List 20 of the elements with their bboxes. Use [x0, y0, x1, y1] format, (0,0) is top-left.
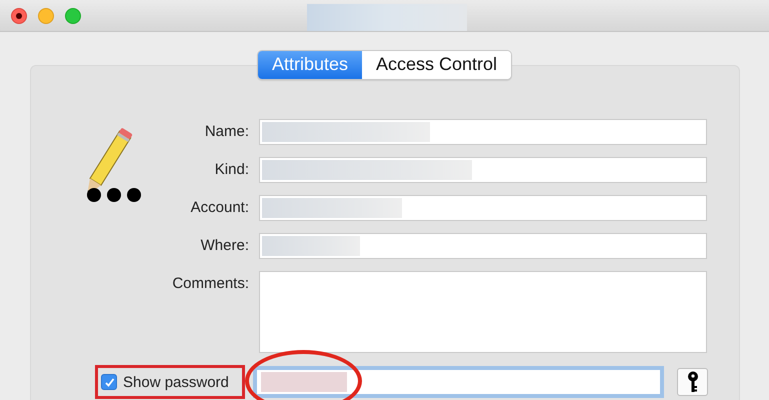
zoom-button[interactable]: [65, 8, 81, 24]
field-label: Comments:: [172, 274, 249, 292]
tab[interactable]: Access Control: [362, 51, 512, 79]
input-field[interactable]: [259, 157, 707, 183]
input-field[interactable]: [259, 119, 707, 145]
password-field[interactable]: [253, 366, 664, 398]
checkmark-icon: [104, 376, 114, 388]
field-label: Where:: [200, 236, 249, 254]
minimize-button[interactable]: [38, 8, 54, 24]
close-button[interactable]: [11, 8, 27, 24]
key-icon: [686, 371, 698, 393]
checkbox-label[interactable]: Show password: [123, 374, 229, 390]
field-label: Kind:: [214, 160, 249, 178]
key-button[interactable]: [677, 368, 708, 396]
input-field[interactable]: [259, 233, 707, 259]
text-area[interactable]: [259, 271, 707, 353]
input-field[interactable]: [259, 195, 707, 221]
checkbox[interactable]: [101, 374, 117, 390]
field-label: Account:: [190, 198, 249, 216]
field-label: Name:: [204, 122, 249, 140]
